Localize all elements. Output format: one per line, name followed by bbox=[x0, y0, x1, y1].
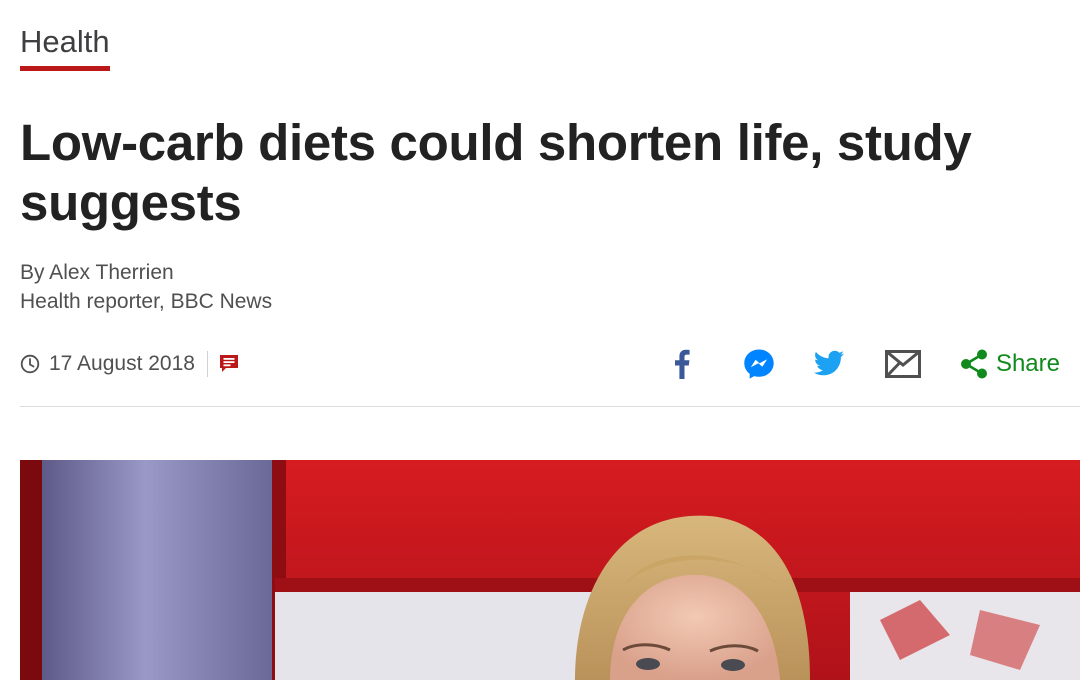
hero-photo-illustration bbox=[20, 460, 1080, 680]
clock-icon bbox=[20, 354, 40, 374]
hero-image[interactable] bbox=[20, 460, 1080, 680]
share-group: Share bbox=[670, 344, 1060, 384]
share-icon bbox=[960, 349, 987, 379]
facebook-icon bbox=[674, 349, 690, 379]
meta-row: 17 August 2018 Share bbox=[20, 340, 1060, 388]
article-page: Health Low-carb diets could shorten life… bbox=[0, 0, 1080, 680]
meta-divider bbox=[206, 351, 208, 377]
article-headline: Low-carb diets could shorten life, study… bbox=[20, 114, 972, 231]
date-group: 17 August 2018 bbox=[20, 350, 240, 378]
byline-role: Health reporter, BBC News bbox=[20, 290, 273, 313]
comments-icon[interactable] bbox=[218, 353, 240, 375]
share-button[interactable]: Share bbox=[960, 344, 1060, 384]
section-link-health[interactable]: Health bbox=[20, 22, 110, 71]
byline: By Alex Therrien Health reporter, BBC Ne… bbox=[20, 258, 272, 316]
twitter-icon bbox=[813, 350, 844, 376]
email-icon bbox=[884, 350, 921, 378]
byline-author: By Alex Therrien bbox=[20, 261, 174, 284]
messenger-share-button[interactable] bbox=[742, 344, 776, 384]
share-label: Share bbox=[995, 350, 1060, 377]
twitter-share-button[interactable] bbox=[812, 344, 846, 384]
facebook-share-button[interactable] bbox=[670, 344, 694, 384]
meta-divider-rule bbox=[20, 406, 1080, 407]
email-share-button[interactable] bbox=[884, 344, 922, 384]
publish-date: 17 August 2018 bbox=[49, 352, 195, 375]
messenger-icon bbox=[744, 349, 774, 379]
